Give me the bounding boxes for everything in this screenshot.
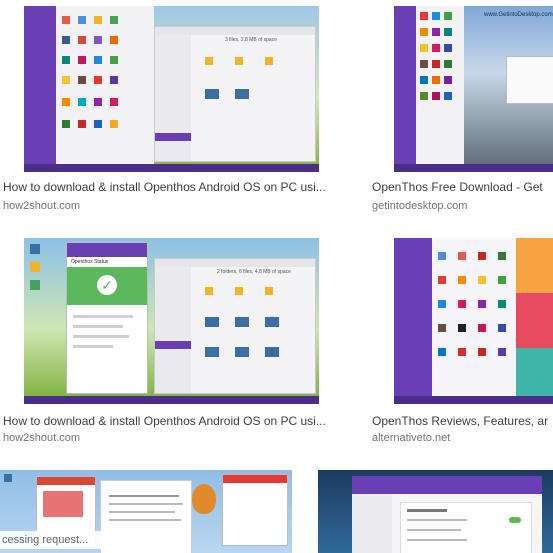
result-card-3[interactable]: Openthos Status ✓ 2 folders, 6 files, 4.… (0, 232, 345, 447)
result-title-3[interactable]: How to download & install Openthos Andro… (3, 414, 343, 428)
watermark: www.GetintoDesktop.com (484, 12, 553, 18)
app-drawer (24, 6, 56, 172)
result-card-4[interactable]: OpenThos Reviews, Features, ar alternati… (368, 232, 553, 447)
file-info: 2 folders, 6 files, 4.8 MB of space (217, 269, 291, 275)
toggle-icon (509, 517, 521, 523)
file-info: 3 files, 2.8 MB of space (225, 37, 277, 43)
result-card-1[interactable]: 3 files, 2.8 MB of space How to download… (0, 0, 345, 225)
result-source-1: how2shout.com (3, 200, 81, 212)
check-icon: ✓ (97, 275, 117, 295)
taskbar (24, 164, 319, 172)
result-card-6[interactable] (318, 462, 553, 553)
context-menu (506, 56, 553, 104)
result-title-2[interactable]: OpenThos Free Download - Get (372, 180, 553, 194)
result-thumbnail-3[interactable]: Openthos Status ✓ 2 folders, 6 files, 4.… (24, 238, 319, 404)
result-source-4: alternativeto.net (372, 432, 451, 444)
result-source-2: getintodesktop.com (372, 200, 468, 212)
result-thumbnail-6[interactable] (318, 470, 553, 553)
browser-status-text: cessing request... (0, 531, 122, 549)
result-source-3: how2shout.com (3, 432, 81, 444)
result-thumbnail-1[interactable]: 3 files, 2.8 MB of space (24, 6, 319, 172)
file-manager-window: 2 folders, 6 files, 4.8 MB of space (154, 258, 316, 394)
result-title-4[interactable]: OpenThos Reviews, Features, ar (372, 414, 553, 428)
result-title-1[interactable]: How to download & install Openthos Andro… (3, 180, 343, 194)
result-thumbnail-2[interactable]: www.GetintoDesktop.com (394, 6, 553, 172)
file-manager-window: 3 files, 2.8 MB of space (154, 26, 316, 162)
dialog-title: Openthos Status (71, 259, 109, 265)
result-card-2[interactable]: www.GetintoDesktop.com OpenThos Free Dow… (368, 0, 553, 225)
result-thumbnail-4[interactable] (394, 238, 553, 404)
installer-dialog: Openthos Status ✓ (66, 242, 148, 394)
app-grid (56, 6, 154, 172)
